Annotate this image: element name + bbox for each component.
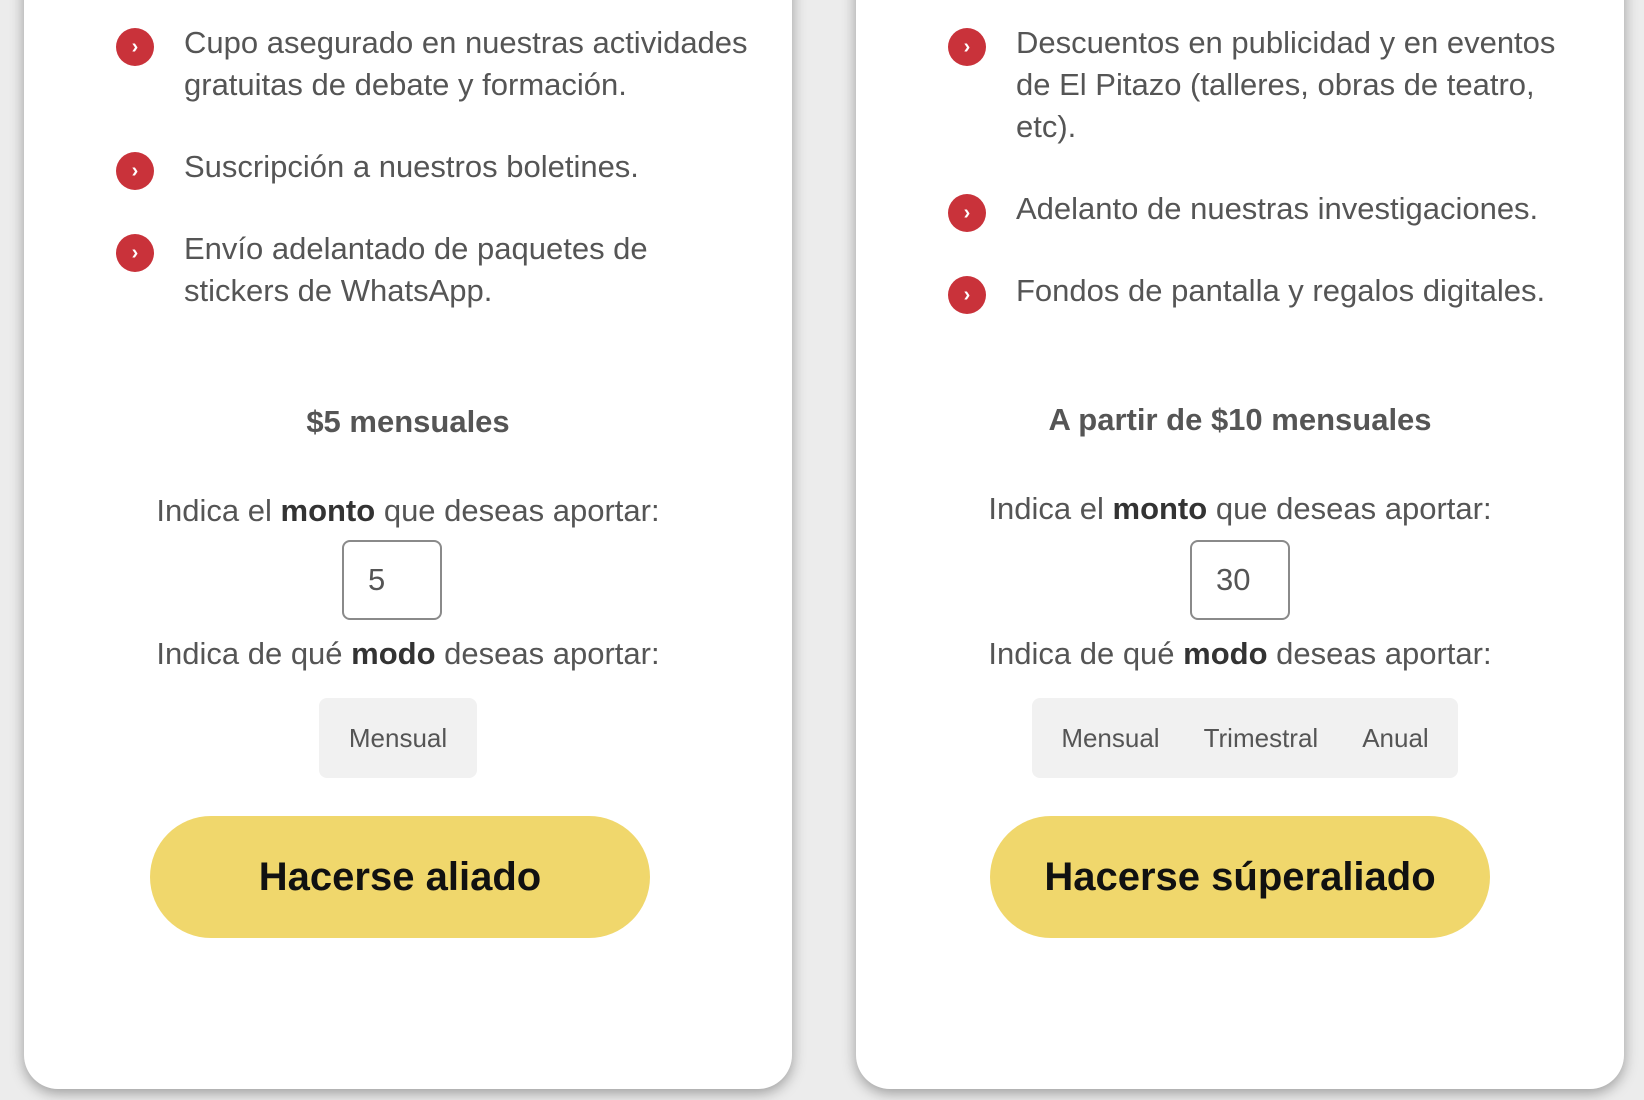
amount-prompt-after: que deseas aportar: [1215,491,1492,526]
chevron-right-icon: › [116,28,154,66]
mode-option-trimestral[interactable]: Trimestral [1204,723,1319,754]
amount-input[interactable] [342,540,442,620]
mode-selector: Mensual Trimestral Anual [1032,698,1458,778]
benefit-text: Fondos de pantalla y regalos digitales. [1016,273,1546,308]
chevron-right-icon: › [116,152,154,190]
benefit-text: Adelanto de nuestras investigaciones. [1016,191,1539,226]
benefit-item: › Adelanto de nuestras investigaciones. [948,188,1588,232]
pricing-section: › Cupo asegurado en nuestras actividades… [0,0,1644,1100]
benefit-item: › Suscripción a nuestros boletines. [116,146,756,190]
mode-prompt: Indica de qué modo deseas aportar: [856,636,1624,672]
chevron-right-icon: › [948,194,986,232]
mode-option-anual[interactable]: Anual [1362,723,1429,754]
plan-card-aliado: › Cupo asegurado en nuestras actividades… [24,0,792,1089]
chevron-right-icon: › [116,234,154,272]
mode-prompt-before: Indica de qué [988,636,1175,671]
amount-prompt: Indica el monto que deseas aportar: [856,491,1624,527]
mode-option-mensual[interactable]: Mensual [1061,723,1159,754]
mode-selector: Mensual [319,698,477,778]
amount-prompt-bold: monto [1112,491,1208,526]
benefit-text: Descuentos en publicidad y en eventos de… [1016,25,1556,144]
mode-prompt-bold: modo [351,636,436,671]
benefit-item: › Envío adelantado de paquetes de sticke… [116,228,756,312]
benefit-text: Suscripción a nuestros boletines. [184,149,639,184]
mode-option-mensual[interactable]: Mensual [349,723,447,754]
benefits-list: › Descuentos en publicidad y en eventos … [948,22,1588,352]
mode-prompt-after: deseas aportar: [1276,636,1492,671]
amount-prompt-before: Indica el [156,493,272,528]
benefits-list: › Cupo asegurado en nuestras actividades… [116,22,756,352]
plan-price: A partir de $10 mensuales [1048,402,1432,437]
amount-prompt-after: que deseas aportar: [383,493,660,528]
chevron-right-icon: › [948,276,986,314]
benefit-item: › Cupo asegurado en nuestras actividades… [116,22,756,106]
benefit-text: Cupo asegurado en nuestras actividades g… [184,25,748,102]
plan-price: $5 mensuales [306,404,510,439]
benefit-text: Envío adelantado de paquetes de stickers… [184,231,648,308]
plan-card-superaliado: › Descuentos en publicidad y en eventos … [856,0,1624,1089]
hacerse-superaliado-button[interactable]: Hacerse súperaliado [990,816,1490,938]
hacerse-aliado-button[interactable]: Hacerse aliado [150,816,650,938]
amount-prompt-bold: monto [280,493,376,528]
mode-prompt: Indica de qué modo deseas aportar: [24,636,792,672]
benefit-item: › Descuentos en publicidad y en eventos … [948,22,1588,148]
mode-prompt-bold: modo [1183,636,1268,671]
mode-prompt-after: deseas aportar: [444,636,660,671]
amount-prompt: Indica el monto que deseas aportar: [24,493,792,529]
benefit-item: › Fondos de pantalla y regalos digitales… [948,270,1588,314]
amount-input[interactable] [1190,540,1290,620]
amount-prompt-before: Indica el [988,491,1104,526]
mode-prompt-before: Indica de qué [156,636,343,671]
chevron-right-icon: › [948,28,986,66]
